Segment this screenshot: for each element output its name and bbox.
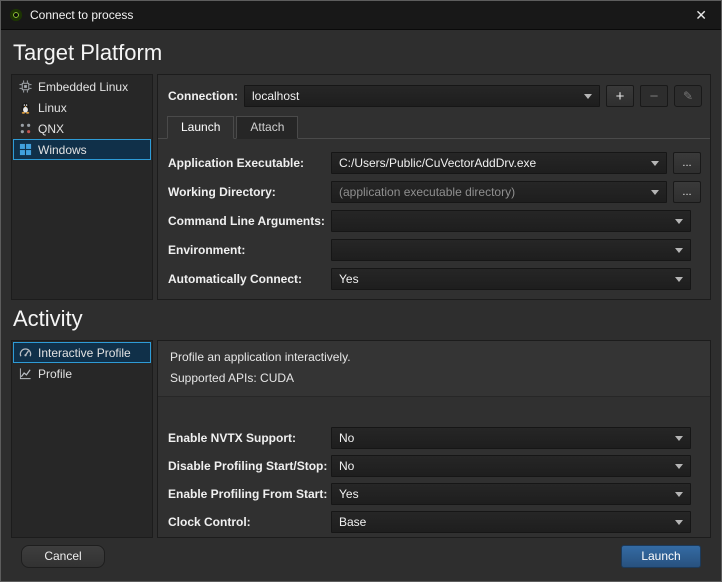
chevron-down-icon — [675, 436, 683, 441]
platform-item-label: Embedded Linux — [38, 80, 128, 94]
window-title: Connect to process — [30, 8, 682, 22]
environment-label: Environment: — [168, 243, 331, 257]
platform-item-label: QNX — [38, 122, 64, 136]
command-line-arguments-label: Command Line Arguments: — [168, 214, 331, 228]
application-executable-value: C:/Users/Public/CuVectorAddDrv.exe — [339, 156, 645, 170]
form-row-automatically-connect: Automatically Connect: Yes — [168, 268, 701, 290]
platform-item-windows[interactable]: Windows — [13, 139, 151, 160]
application-executable-label: Application Executable: — [168, 156, 331, 170]
profile-icon — [18, 367, 32, 381]
qnx-icon — [18, 122, 32, 136]
tab-launch[interactable]: Launch — [167, 116, 234, 139]
platform-list: Embedded Linux Linu — [11, 74, 153, 300]
platform-item-linux[interactable]: Linux — [13, 97, 151, 118]
launch-button[interactable]: Launch — [621, 545, 701, 568]
chevron-down-icon — [675, 219, 683, 224]
interactive-profile-icon — [18, 346, 32, 360]
automatically-connect-label: Automatically Connect: — [168, 272, 331, 286]
platform-item-qnx[interactable]: QNX — [13, 118, 151, 139]
target-platform-heading: Target Platform — [13, 40, 711, 66]
launch-form: Application Executable: C:/Users/Public/… — [158, 139, 710, 298]
automatically-connect-value: Yes — [339, 272, 669, 286]
platform-item-embedded-linux[interactable]: Embedded Linux — [13, 76, 151, 97]
form-row-clock-control: Clock Control: Base — [168, 511, 701, 533]
command-line-arguments-combo[interactable] — [331, 210, 691, 232]
environment-combo[interactable] — [331, 239, 691, 261]
launch-attach-tabs: Launch Attach — [158, 116, 710, 139]
target-platform-panel: Connection: localhost + − ✎ Launch Attac… — [157, 74, 711, 300]
tab-attach[interactable]: Attach — [236, 116, 298, 139]
working-directory-placeholder: (application executable directory) — [339, 185, 645, 199]
form-row-working-directory: Working Directory: (application executab… — [168, 181, 701, 203]
close-icon[interactable]: ✕ — [689, 5, 713, 26]
connection-label: Connection: — [168, 89, 238, 103]
disable-profiling-start-stop-combo[interactable]: No — [331, 455, 691, 477]
connection-row: Connection: localhost + − ✎ — [158, 75, 710, 116]
enable-nvtx-label: Enable NVTX Support: — [168, 431, 331, 445]
activity-item-profile[interactable]: Profile — [13, 363, 151, 384]
chevron-down-icon — [584, 94, 592, 99]
application-executable-browse-button[interactable]: ... — [673, 152, 701, 174]
form-row-command-line-arguments: Command Line Arguments: — [168, 210, 701, 232]
automatically-connect-combo[interactable]: Yes — [331, 268, 691, 290]
chevron-down-icon — [675, 492, 683, 497]
dialog-footer: Cancel Launch — [11, 539, 711, 581]
add-connection-button[interactable]: + — [606, 85, 634, 107]
connect-to-process-dialog: Connect to process ✕ Target Platform — [0, 0, 722, 582]
form-row-enable-nvtx: Enable NVTX Support: No — [168, 427, 701, 449]
chevron-down-icon — [675, 248, 683, 253]
chevron-down-icon — [675, 277, 683, 282]
activity-description-line: Profile an application interactively. — [170, 350, 698, 364]
app-icon — [9, 8, 23, 22]
embedded-linux-icon — [18, 80, 32, 94]
chevron-down-icon — [675, 520, 683, 525]
form-row-environment: Environment: — [168, 239, 701, 261]
activity-item-interactive-profile[interactable]: Interactive Profile — [13, 342, 151, 363]
disable-profiling-start-stop-label: Disable Profiling Start/Stop: — [168, 459, 331, 473]
platform-item-label: Windows — [38, 143, 87, 157]
working-directory-browse-button[interactable]: ... — [673, 181, 701, 203]
linux-icon — [18, 101, 32, 115]
activity-section: Interactive Profile Profile Profile an a… — [11, 340, 711, 538]
disable-profiling-start-stop-value: No — [339, 459, 669, 473]
form-row-application-executable: Application Executable: C:/Users/Public/… — [168, 152, 701, 174]
activity-item-label: Interactive Profile — [38, 346, 131, 360]
chevron-down-icon — [675, 464, 683, 469]
clock-control-label: Clock Control: — [168, 515, 331, 529]
application-executable-combo[interactable]: C:/Users/Public/CuVectorAddDrv.exe — [331, 152, 667, 174]
enable-nvtx-value: No — [339, 431, 669, 445]
connection-combo[interactable]: localhost — [244, 85, 600, 107]
chevron-down-icon — [651, 190, 659, 195]
activity-item-label: Profile — [38, 367, 72, 381]
activity-panel: Profile an application interactively. Su… — [157, 340, 711, 538]
working-directory-combo[interactable]: (application executable directory) — [331, 181, 667, 203]
cancel-button[interactable]: Cancel — [21, 545, 105, 568]
edit-connection-button[interactable]: ✎ — [674, 85, 702, 107]
chevron-down-icon — [651, 161, 659, 166]
enable-nvtx-combo[interactable]: No — [331, 427, 691, 449]
enable-profiling-from-start-label: Enable Profiling From Start: — [168, 487, 331, 501]
windows-icon — [18, 143, 32, 157]
enable-profiling-from-start-combo[interactable]: Yes — [331, 483, 691, 505]
clock-control-value: Base — [339, 515, 669, 529]
titlebar: Connect to process ✕ — [1, 1, 721, 30]
activity-list: Interactive Profile Profile — [11, 340, 153, 538]
working-directory-label: Working Directory: — [168, 185, 331, 199]
activity-heading: Activity — [13, 306, 711, 332]
activity-description: Profile an application interactively. Su… — [158, 341, 710, 397]
remove-connection-button[interactable]: − — [640, 85, 668, 107]
activity-form: Enable NVTX Support: No Disable Profilin… — [158, 397, 710, 541]
dialog-content: Target Platform — [1, 30, 721, 581]
platform-item-label: Linux — [38, 101, 67, 115]
enable-profiling-from-start-value: Yes — [339, 487, 669, 501]
activity-supported-apis: Supported APIs: CUDA — [170, 371, 698, 385]
form-row-disable-profiling-start-stop: Disable Profiling Start/Stop: No — [168, 455, 701, 477]
connection-value: localhost — [252, 89, 578, 103]
target-platform-section: Embedded Linux Linu — [11, 74, 711, 300]
clock-control-combo[interactable]: Base — [331, 511, 691, 533]
form-row-enable-profiling-from-start: Enable Profiling From Start: Yes — [168, 483, 701, 505]
